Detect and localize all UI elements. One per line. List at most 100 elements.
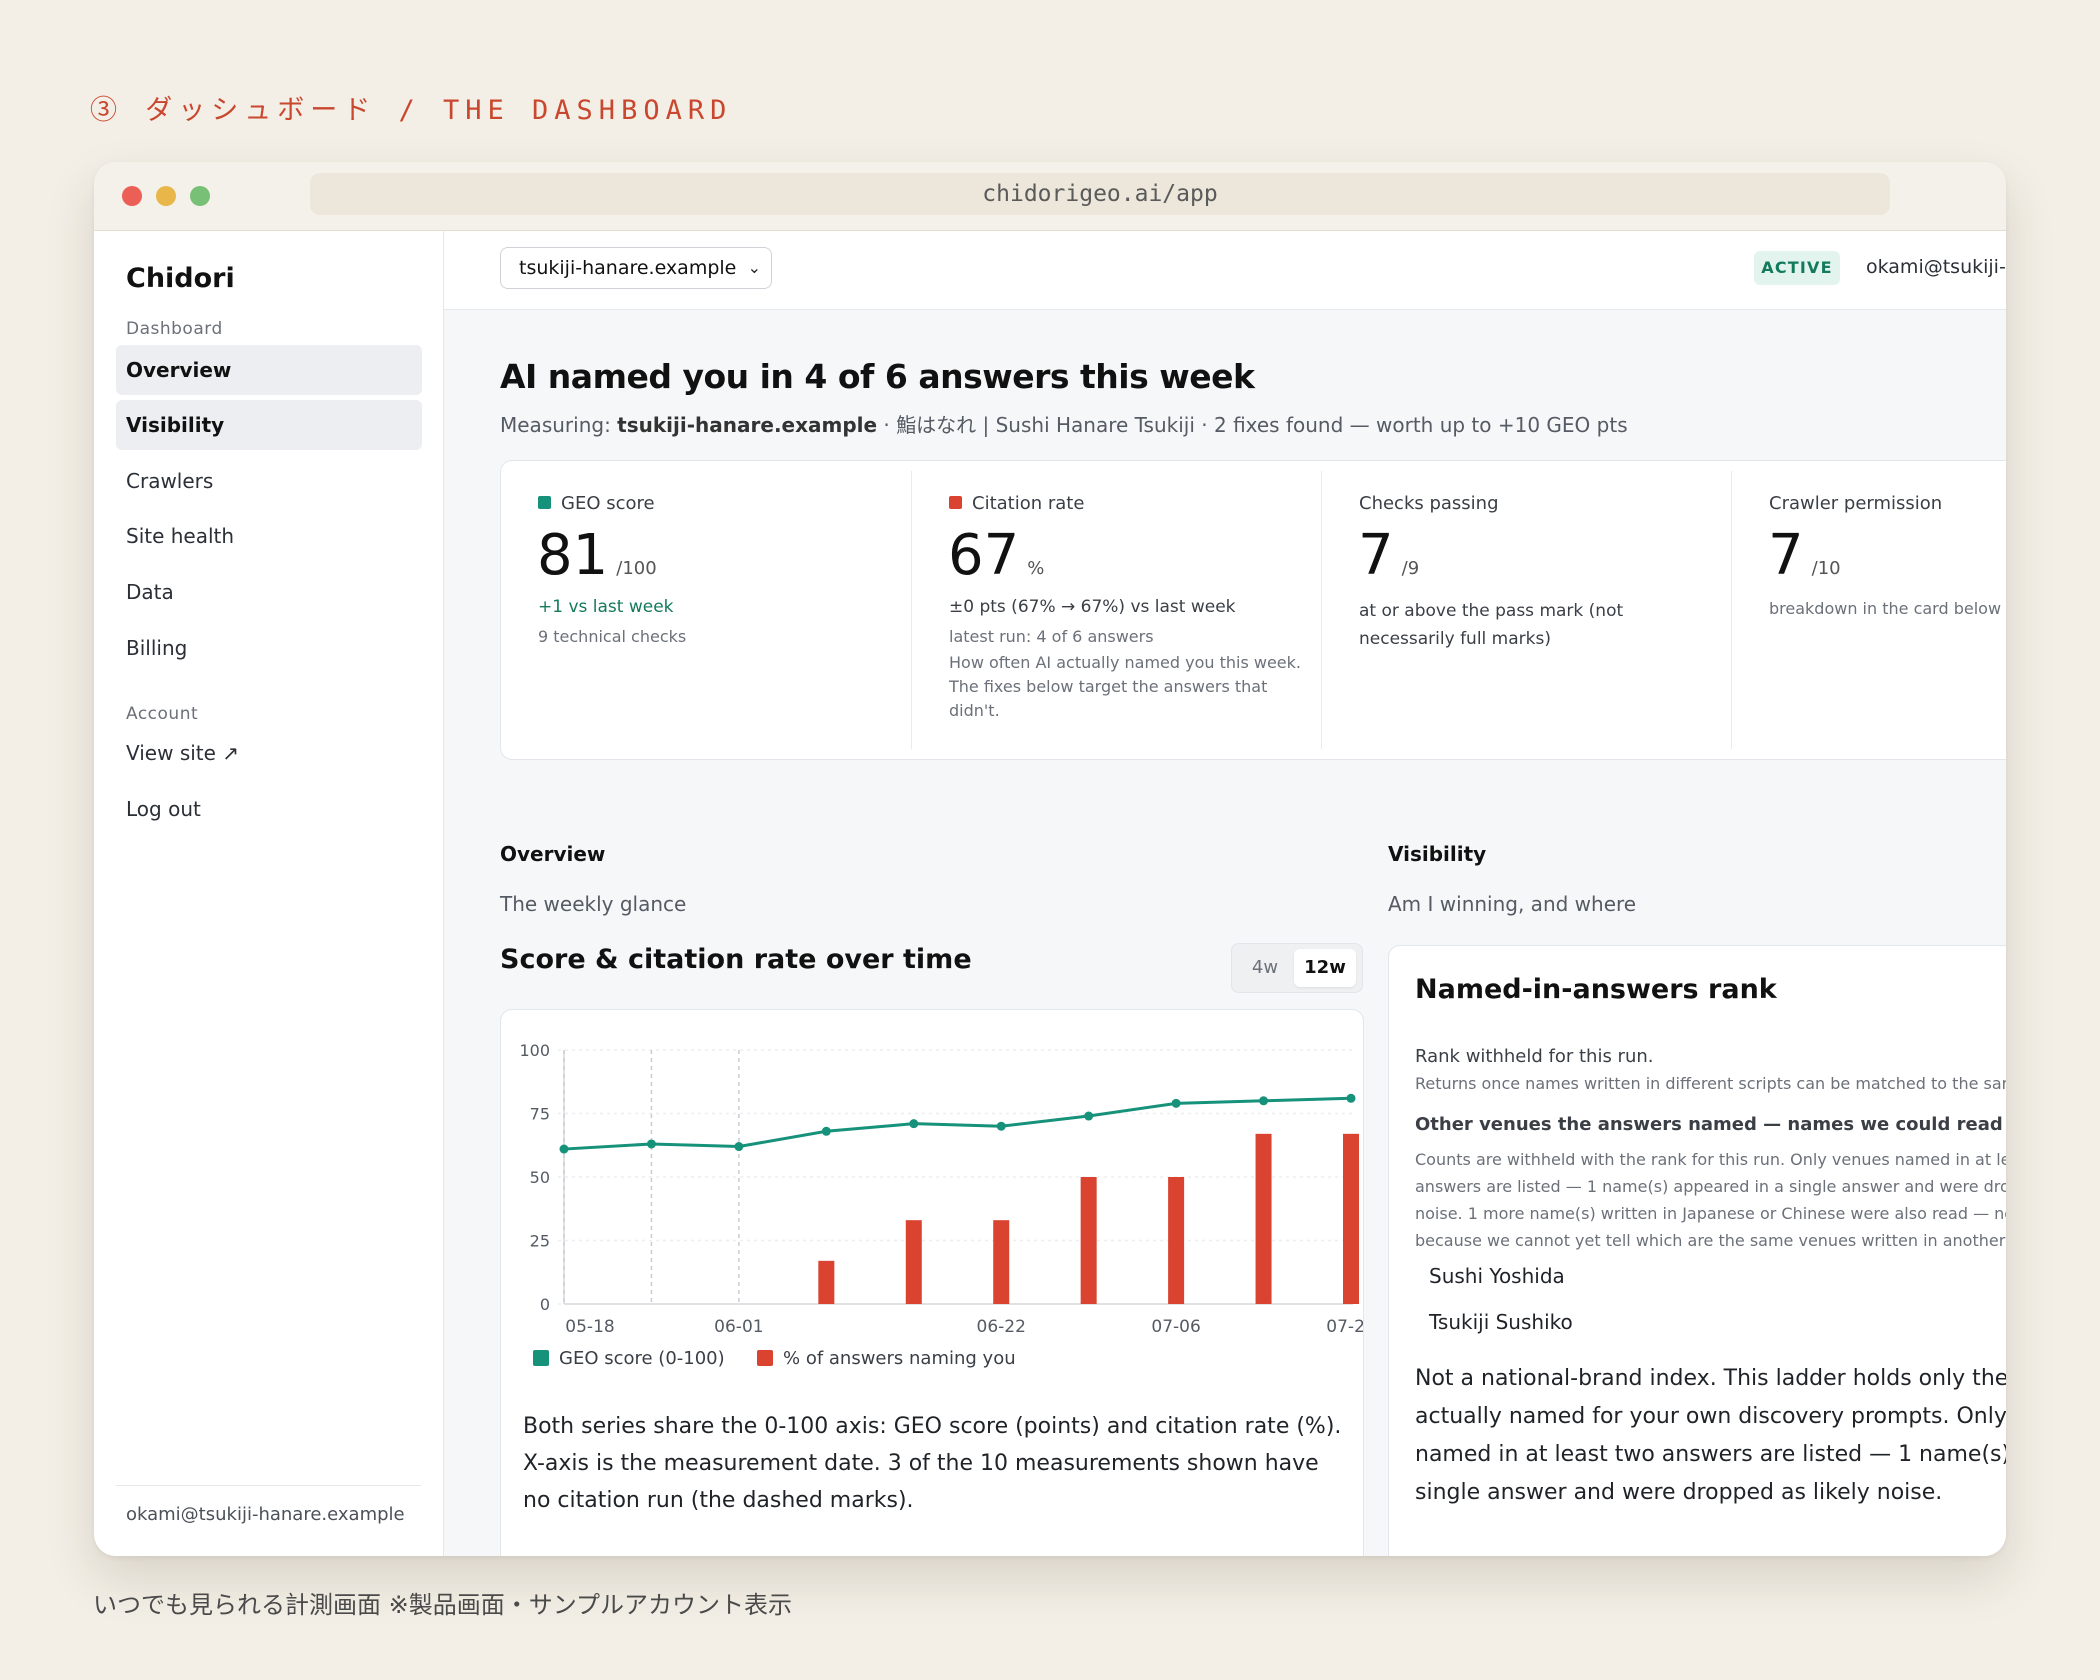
status-badge: ACTIVE — [1754, 251, 1840, 285]
legend-swatch — [757, 1350, 773, 1366]
x-tick-label: 06-01 — [714, 1317, 763, 1337]
metric-crawler-permission: Crawler permission 7/10 breakdown in the… — [1731, 471, 2006, 749]
subline-domain: tsukiji-hanare.example — [617, 413, 878, 437]
metric-delta: ±0 pts (67% → 67%) vs last week — [949, 597, 1236, 617]
citation-bar — [818, 1260, 835, 1304]
minimize-window-button[interactable] — [156, 186, 176, 206]
metric-unit: /9 — [1401, 558, 1420, 579]
site-select[interactable]: tsukiji-hanare.example ⌄ — [500, 247, 772, 289]
sidebar-item-crawlers[interactable]: Crawlers — [116, 456, 422, 506]
metric-unit: /10 — [1811, 558, 1841, 579]
metric-unit: /100 — [616, 558, 657, 579]
maximize-window-button[interactable] — [190, 186, 210, 206]
browser-window: chidorigeo.ai/app Chidori Dashboard Over… — [94, 162, 2006, 1556]
geo-score-point — [1084, 1111, 1094, 1121]
description-line: because we cannot yet tell which are the… — [1415, 1231, 2006, 1250]
chevron-down-icon: ⌄ — [747, 258, 761, 277]
sidebar-item-site-health[interactable]: Site health — [116, 511, 422, 561]
range-toggle: 4w 12w — [1231, 943, 1363, 993]
metric-checks-passing: Checks passing 7/9 at or above the pass … — [1321, 471, 1732, 749]
metric-citation-rate: Citation rate 67% ±0 pts (67% → 67%) vs … — [911, 471, 1322, 749]
user-menu[interactable]: okami@tsukiji-hanare.example — [1866, 256, 2006, 278]
subline-prefix: Measuring: — [500, 413, 618, 437]
footer-line: single answer and were dropped as likely… — [1415, 1480, 1943, 1505]
metric-value: 81/100 — [537, 523, 657, 588]
x-tick-label: 07-20 — [1326, 1317, 1363, 1337]
metric-note: at or above the pass mark (not necessari… — [1359, 601, 1624, 649]
metric-value-number: 67 — [948, 523, 1020, 588]
venue-item: Sushi Yoshida — [1429, 1264, 1565, 1288]
page-headline: AI named you in 4 of 6 answers this week — [500, 357, 1255, 396]
bottom-caption: いつでも見られる計測画面 ※製品画面・サンプルアカウント表示 — [93, 1591, 793, 1619]
citation-bar — [1168, 1177, 1185, 1304]
visibility-section-title: Visibility — [1388, 842, 1487, 866]
metric-value-number: 81 — [537, 523, 609, 588]
overview-section-title: Overview — [500, 842, 606, 866]
close-window-button[interactable] — [122, 186, 142, 206]
sidebar: Chidori Dashboard Overview Visibility Cr… — [94, 231, 444, 1556]
geo-score-point — [821, 1126, 831, 1136]
section-caption: ③ ダッシュボード / THE DASHBOARD — [90, 95, 733, 126]
range-12w-button[interactable]: 12w — [1294, 949, 1356, 987]
y-tick-label: 0 — [540, 1295, 550, 1314]
geo-score-line — [563, 1096, 1352, 1151]
y-tick-label: 25 — [530, 1232, 550, 1251]
metric-note: breakdown in the card below — [1769, 599, 2002, 618]
legend-label: % of answers naming you — [783, 1348, 1016, 1369]
metric-label: GEO score — [538, 493, 655, 514]
other-venues-description: Counts are withheld with the rank for th… — [1415, 1146, 2006, 1254]
venue-item: Tsukiji Sushiko — [1429, 1310, 1573, 1334]
metric-label: Citation rate — [949, 493, 1084, 514]
sidebar-item-overview[interactable]: Overview — [116, 345, 422, 395]
citation-bar — [993, 1220, 1010, 1304]
metric-description: How often AI actually named you this wee… — [949, 653, 1301, 720]
site-select-value: tsukiji-hanare.example — [519, 257, 737, 279]
footer-line: actually named for your own discovery pr… — [1415, 1404, 2006, 1429]
page-subline: Measuring: tsukiji-hanare.example · 鮨はなれ… — [500, 409, 1628, 438]
metric-cards: GEO score 81/100 +1 vs last week 9 techn… — [500, 460, 2006, 760]
description-line: Counts are withheld with the rank for th… — [1415, 1150, 2006, 1169]
metric-label: Crawler permission — [1769, 493, 1943, 514]
description-line: answers are listed — 1 name(s) appeared … — [1415, 1177, 2006, 1196]
sidebar-item-billing[interactable]: Billing — [116, 623, 422, 673]
metric-delta: +1 vs last week — [538, 597, 674, 617]
sidebar-footer-email: okami@tsukiji-hanare.example — [126, 1504, 405, 1525]
geo-score-point — [559, 1144, 569, 1154]
subline-rest: · 鮨はなれ | Sushi Hanare Tsukiji · 2 fixes … — [877, 413, 1628, 437]
address-bar[interactable]: chidorigeo.ai/app — [310, 173, 1890, 215]
x-tick-label: 06-22 — [977, 1317, 1026, 1337]
metric-label-text: Citation rate — [972, 493, 1085, 514]
x-tick-label: 05-18 — [565, 1317, 614, 1337]
geo-score-point — [646, 1139, 656, 1149]
rank-withheld-detail: Returns once names written in different … — [1415, 1074, 2006, 1093]
footer-line: named in at least two answers are listed… — [1415, 1442, 2006, 1467]
metric-unit: % — [1027, 558, 1045, 579]
other-venues-heading: Other venues the answers named — names w… — [1415, 1114, 2003, 1135]
sidebar-item-visibility[interactable]: Visibility — [116, 400, 422, 450]
sidebar-item-view-site[interactable]: View site ↗ — [116, 728, 422, 778]
legend-swatch — [533, 1350, 549, 1366]
range-4w-button[interactable]: 4w — [1238, 949, 1292, 987]
rank-footer-note: Not a national-brand index. This ladder … — [1415, 1360, 2006, 1512]
metric-value-number: 7 — [1768, 523, 1804, 588]
sidebar-group-dashboard: Dashboard — [126, 319, 223, 339]
x-tick-label: 07-06 — [1151, 1317, 1200, 1337]
metric-note: 9 technical checks — [538, 627, 687, 646]
description-line: noise. 1 more name(s) written in Japanes… — [1415, 1204, 2006, 1223]
citation-bar — [1255, 1133, 1272, 1304]
metric-value: 67% — [948, 523, 1044, 588]
chart-caption: Both series share the 0-100 axis: GEO sc… — [523, 1414, 1342, 1513]
top-bar: tsukiji-hanare.example ⌄ ACTIVE okami@ts… — [444, 231, 2006, 310]
rank-card: Named-in-answers rank Rank withheld for … — [1388, 945, 2006, 1556]
brand-logo[interactable]: Chidori — [126, 263, 235, 294]
y-tick-label: 75 — [530, 1105, 550, 1124]
footer-line: Not a national-brand index. This ladder … — [1415, 1366, 2006, 1391]
geo-score-point — [1346, 1093, 1356, 1103]
sidebar-item-log-out[interactable]: Log out — [116, 784, 422, 834]
rank-withheld-text: Rank withheld for this run. — [1415, 1046, 1654, 1067]
chart-card: 0 25 50 75 100 05-18 06-01 06-22 07-06 07-20 GEO s… — [500, 1009, 1364, 1556]
sidebar-item-data[interactable]: Data — [116, 567, 422, 617]
y-tick-label: 100 — [519, 1041, 550, 1060]
geo-score-point — [734, 1142, 744, 1152]
citation-bar — [1343, 1133, 1359, 1304]
